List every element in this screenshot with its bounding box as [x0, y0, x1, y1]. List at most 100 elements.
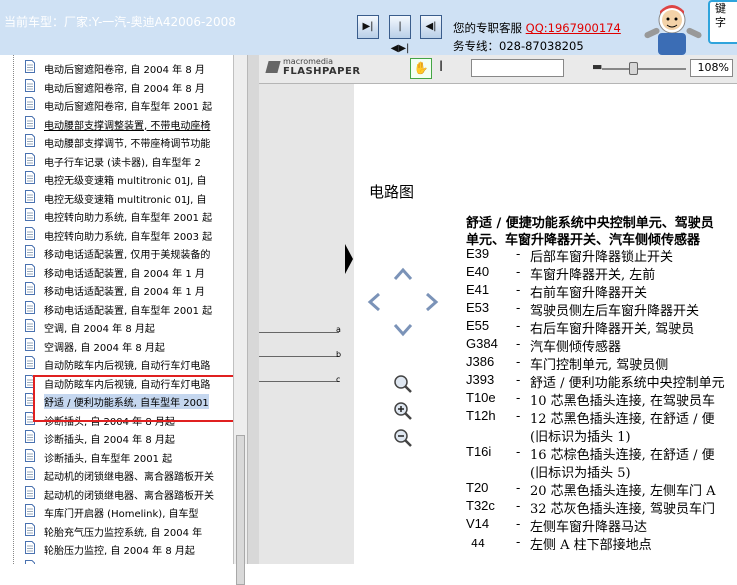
tree-item-label: 轮胎压力监控, 自 2004 年 8 月起 [44, 546, 195, 557]
tree-item-label: 起动机的闭锁继电器、离合器踏板开关 [44, 490, 214, 502]
tree-item[interactable]: 空调器, 自 2004 年 8 月起 [25, 336, 233, 354]
zoom-out-icon[interactable]: ▬ [592, 60, 602, 73]
tree-item[interactable]: 诊断插头, 自车型年 2001 起 [25, 447, 233, 465]
service-info: 您的专职客服 QQ:1967900174 [453, 20, 621, 36]
document-icon [25, 356, 35, 369]
text-select-tool-icon[interactable]: I [439, 59, 443, 75]
side-panel[interactable]: 键 字 [708, 0, 737, 44]
document-page: a b c 电路图 舒适 / 便捷功能系统中央控制单元、驾驶员 单元、车窗升降器… [259, 84, 737, 564]
tree-scrollbar-thumb[interactable] [236, 435, 245, 585]
legend-desc: 右后车窗升降器开关, 驾驶员 [530, 322, 695, 337]
legend-code: T32c [466, 498, 495, 513]
document-icon [25, 226, 35, 240]
tree-item[interactable]: 电动腰部支撑调整装置, 不带电动座椅 [25, 114, 233, 132]
pan-right-icon[interactable] [420, 291, 442, 313]
zoom-slider-thumb[interactable] [629, 62, 638, 75]
legend-desc: 汽车侧倾传感器 [530, 340, 622, 355]
diagram-label-a: a [336, 325, 341, 334]
tree-item[interactable]: 电控转向助力系统, 自车型年 2001 起 [25, 206, 233, 224]
tree-item-label: 移动电话适配装置, 自 2004 年 1 月 [44, 268, 205, 280]
tree-item[interactable]: 电控转向助力系统, 自车型年 2003 起 [25, 225, 233, 243]
zoom-slider-track[interactable] [602, 68, 686, 70]
legend-desc: 舒适 / 便利功能系统中央控制单元 [530, 376, 725, 391]
tree-item[interactable]: 移动电话适配装置, 自 2004 年 1 月 [25, 262, 233, 280]
tree-item[interactable]: 轮胎压力监控, 自 2004 年 8 月起 [25, 539, 233, 557]
legend-dash: - [516, 318, 521, 333]
zoom-out-magnifier-icon[interactable] [392, 427, 414, 449]
legend-desc: (旧标识为插头 5) [530, 466, 631, 481]
diagram-label-c: c [336, 375, 341, 384]
legend-code: E39 [466, 246, 490, 261]
legend-desc: 32 芯灰色插头连接, 驾驶员车门 [530, 502, 715, 517]
tree-item-label: 电动后窗遮阳卷帘, 自 2004 年 8 月 [44, 65, 205, 76]
legend-desc: 12 芯黑色插头连接, 在舒适 / 便 [530, 412, 715, 427]
tree-item[interactable]: 电子行车记录 (读卡器), 自车型年 2 [25, 151, 233, 169]
tree-item[interactable]: 电控无级变速箱 multitronic 01J, 自 [25, 169, 233, 187]
tree-item[interactable]: 电动腰部支撑调节, 不带座椅调节功能 [25, 132, 233, 150]
zoom-in-icon[interactable] [392, 400, 414, 422]
tree-item[interactable]: 诊断插头, 自 2004 年 8 月起 [25, 428, 233, 446]
tree-item[interactable]: 驻车暖风, 自 2004 年 8 月起 [25, 558, 233, 564]
legend-dash: - [516, 264, 521, 279]
tree-item[interactable]: 轮胎充气压力监控系统, 自 2004 年 [25, 521, 233, 539]
tree-item[interactable]: 车库门开启器 (Homelink), 自车型 [25, 502, 233, 520]
document-icon [25, 263, 35, 277]
tree-item[interactable]: 自动防眩车内后视镜, 自动行车灯电路 [25, 354, 233, 372]
tree-item[interactable]: 空调, 自 2004 年 8 月起 [25, 317, 233, 335]
document-icon [25, 319, 35, 332]
diagram-label-b: b [336, 350, 342, 359]
search-input[interactable] [471, 59, 564, 77]
highlight-box [33, 375, 247, 422]
tree-item-label: 轮胎充气压力监控系统, 自 2004 年 [44, 527, 203, 539]
tree-item[interactable]: 起动机的闭锁继电器、离合器踏板开关 [25, 465, 233, 483]
tree-item[interactable]: 移动电话适配装置, 自车型年 2001 起 [25, 299, 233, 317]
flashpaper-toolbar: macromedia FLASHPAPER ✋ I ▬ 108% [259, 55, 737, 84]
page-margin-panel: a b c [259, 84, 354, 564]
tree-item[interactable]: 电动后窗遮阳卷帘, 自车型年 2001 起 [25, 95, 233, 113]
mechanic-mascot-icon [644, 5, 702, 55]
magnifier-icon[interactable] [392, 373, 414, 395]
hand-tool-icon[interactable]: ✋ [410, 58, 432, 79]
document-icon [25, 467, 35, 480]
tree-guide-line [13, 55, 15, 564]
tree-item[interactable]: 电控无级变速箱 multitronic 01J, 自 [25, 188, 233, 206]
legend-desc: (旧标识为插头 1) [530, 430, 631, 445]
two-page-button[interactable]: |◀▶| [389, 15, 411, 54]
document-icon [25, 522, 35, 536]
tree-item[interactable]: 起动机的闭锁继电器、离合器踏板开关 [25, 484, 233, 502]
tree-item[interactable]: 电动后窗遮阳卷帘, 自 2004 年 8 月 [25, 58, 233, 76]
hotline-label: 务专线：028-87038205 [453, 39, 584, 53]
tree-item[interactable]: 电动后窗遮阳卷帘, 自 2004 年 8 月 [25, 77, 233, 95]
legend-dash: - [516, 300, 521, 315]
next-page-button[interactable]: ▶| [357, 15, 379, 39]
panel-divider[interactable] [247, 55, 259, 564]
tree-item-label: 电控转向助力系统, 自车型年 2001 起 [44, 213, 213, 224]
tree-item-label: 诊断插头, 自 2004 年 8 月起 [44, 435, 175, 446]
document-icon [25, 78, 35, 92]
legend-dash: - [516, 372, 521, 387]
tree-item-label: 车库门开启器 (Homelink), 自车型 [44, 509, 199, 520]
tree-item[interactable]: 移动电话适配装置, 自 2004 年 1 月 [25, 280, 233, 298]
pan-down-icon[interactable] [392, 318, 414, 340]
pan-left-icon[interactable] [364, 291, 386, 313]
prev-page-button[interactable]: ◀| [420, 15, 442, 39]
tree-item[interactable]: 移动电话适配装置, 仅用于美规装备的 [25, 243, 233, 261]
legend-desc: 10 芯黑色插头连接, 在驾驶员车 [530, 394, 715, 409]
zoom-level-field[interactable]: 108% [690, 59, 733, 77]
legend-desc: 车门控制单元, 驾驶员侧 [530, 358, 669, 373]
pan-up-icon[interactable] [392, 264, 414, 286]
diagram-line-c [259, 381, 339, 382]
qq-link[interactable]: QQ:1967900174 [526, 21, 621, 35]
document-icon [25, 152, 35, 166]
tree-item-label: 移动电话适配装置, 自 2004 年 1 月 [44, 287, 205, 298]
legend-desc: 20 芯黑色插头连接, 左侧车门 A [530, 484, 716, 499]
document-icon [25, 208, 35, 221]
document-icon [25, 504, 35, 517]
tree-item-label: 电控无级变速箱 multitronic 01J, 自 [44, 176, 207, 187]
tree-item-label: 电动腰部支撑调整装置, 不带电动座椅 [44, 120, 211, 132]
top-header: 当前车型：厂家:Y-一汽-奥迪A42006-2008 ▶| |◀▶| ◀| 您的… [0, 0, 737, 55]
document-tree[interactable]: 电动后窗遮阳卷帘, 自 2004 年 8 月电动后窗遮阳卷帘, 自 2004 年… [0, 55, 233, 564]
legend-dash: - [516, 282, 521, 297]
tree-scrollbar[interactable] [233, 55, 247, 585]
legend-code: J393 [466, 372, 495, 387]
